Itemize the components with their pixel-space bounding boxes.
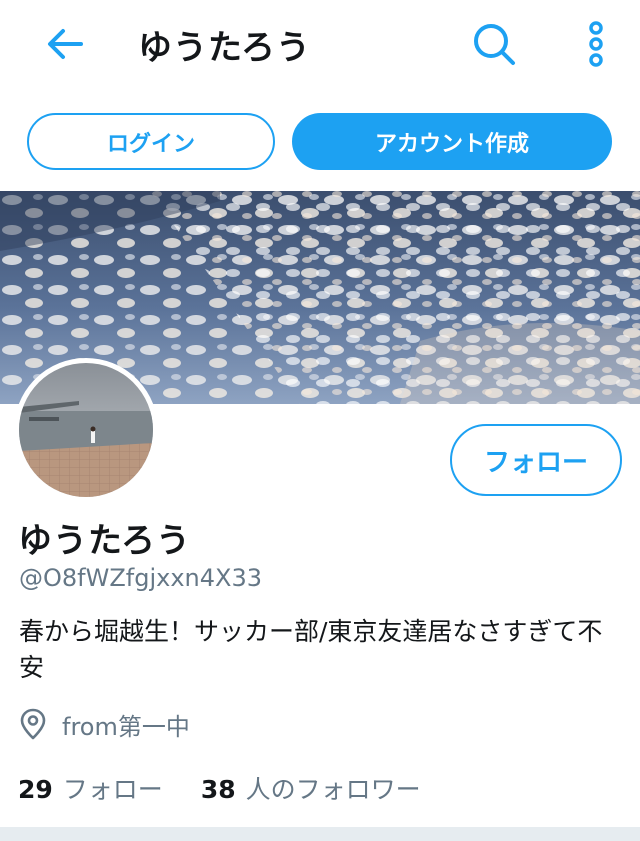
top-bar: ゆうたろう <box>0 0 640 90</box>
search-button[interactable] <box>468 18 520 70</box>
avatar[interactable] <box>14 358 158 502</box>
login-button[interactable]: ログイン <box>27 113 275 170</box>
more-vertical-icon <box>589 21 603 67</box>
location-pin-icon <box>20 708 46 740</box>
profile-location: from第一中 <box>20 706 190 742</box>
followers-label[interactable]: 人のフォロワー <box>246 770 421 806</box>
profile-bio: 春から堀越生！サッカー部/東京友達居なさすぎて不安 <box>19 617 603 682</box>
search-icon <box>474 24 515 65</box>
location-text: from第一中 <box>62 712 190 741</box>
avatar-photo-image <box>19 363 153 497</box>
auth-buttons: ログイン アカウント作成 <box>0 113 640 173</box>
back-button[interactable] <box>40 22 90 66</box>
followers-count[interactable]: 38 <box>201 775 236 804</box>
page-title: ゆうたろう <box>138 28 311 68</box>
follow-button[interactable]: フォロー <box>450 424 622 496</box>
follow-stats: 29 フォロー 38 人のフォロワー <box>18 770 421 806</box>
following-count[interactable]: 29 <box>18 775 53 804</box>
display-name: ゆうたろう <box>18 521 191 561</box>
arrow-left-icon <box>48 29 83 59</box>
section-divider <box>0 827 640 841</box>
user-handle: @O8fWZfgjxxn4X33 <box>19 564 262 592</box>
create-account-button[interactable]: アカウント作成 <box>292 113 612 170</box>
more-options-button[interactable] <box>578 18 614 70</box>
following-label[interactable]: フォロー <box>63 770 163 806</box>
